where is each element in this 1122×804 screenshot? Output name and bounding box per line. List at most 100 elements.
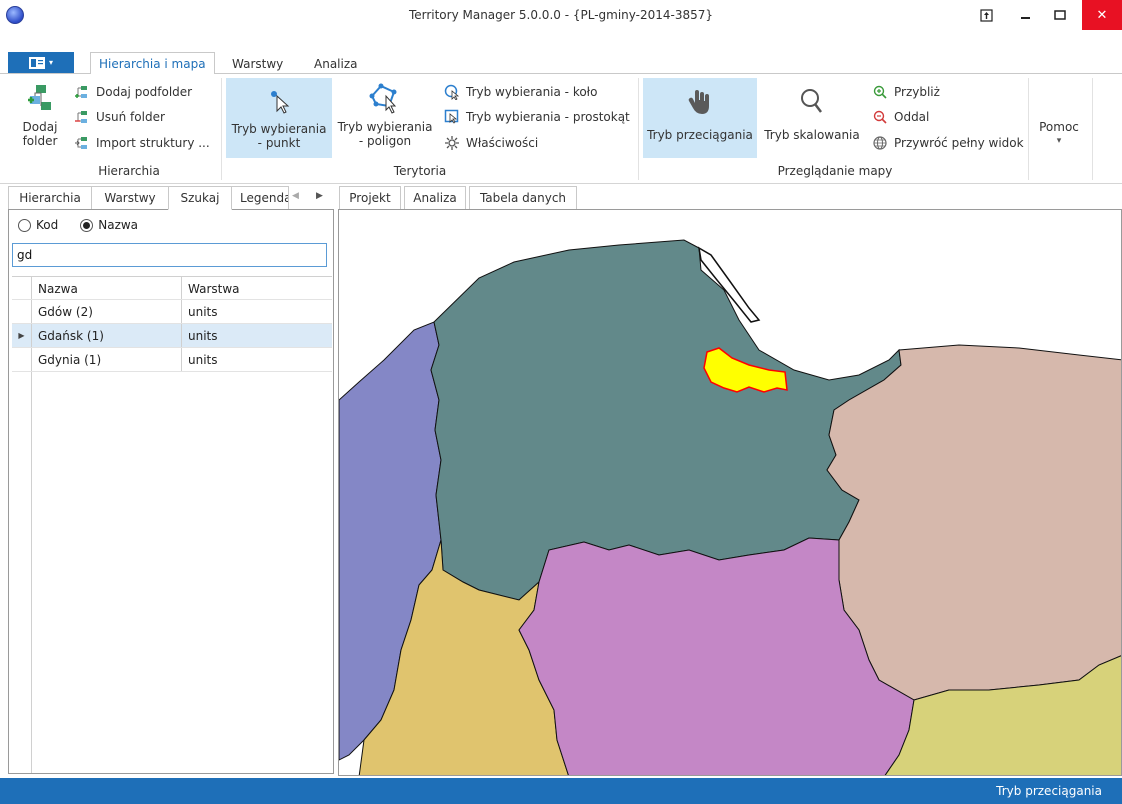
map-view[interactable] (338, 209, 1122, 776)
tab-warstwy[interactable]: Warstwy (224, 52, 291, 75)
globe-icon (873, 136, 887, 150)
region-east[interactable] (826, 344, 1122, 701)
tab-tabela-danych[interactable]: Tabela danych (469, 186, 577, 210)
radio-dot-selected (80, 218, 94, 232)
ribbon-separator (1028, 78, 1029, 180)
group-label-hierarchia: Hierarchia (98, 164, 160, 178)
close-button[interactable]: ✕ (1082, 0, 1122, 30)
add-folder-label-2: folder (22, 134, 58, 148)
app-window: Territory Manager 5.0.0.0 - {PL-gminy-20… (0, 0, 1122, 804)
remove-folder-label: Usuń folder (96, 110, 165, 124)
zoom-in-button[interactable]: Przybliż (872, 82, 940, 102)
gear-icon (445, 136, 459, 150)
tab-szukaj[interactable]: Szukaj (168, 186, 232, 210)
ribbon-separator (1092, 78, 1093, 180)
tab-analiza[interactable]: Analiza (306, 52, 366, 75)
select-point-label-2: - punkt (257, 136, 301, 150)
select-circle-label: Tryb wybierania - koło (466, 85, 598, 99)
chevron-right-icon[interactable]: ▶ (316, 191, 323, 201)
cursor-point-icon (271, 91, 290, 114)
select-polygon-label-1: Tryb wybierania (337, 120, 433, 134)
radio-code-label: Kod (36, 218, 59, 232)
cell-layer: units (188, 305, 218, 319)
add-subfolder-button[interactable]: Dodaj podfolder (74, 82, 192, 102)
properties-button[interactable]: Właściwości (444, 133, 538, 153)
properties-label: Właściwości (466, 136, 539, 150)
full-view-button[interactable]: Przywróć pełny widok (872, 133, 1024, 153)
chevron-down-icon: ▾ (48, 58, 53, 67)
select-rectangle-label: Tryb wybierania - prostokąt (466, 110, 630, 124)
ribbon-separator (221, 78, 222, 180)
grid-header-indicator (12, 277, 32, 299)
chevron-left-icon[interactable]: ◀ (292, 191, 299, 201)
cell-layer: units (188, 329, 218, 343)
tab-hierarchia[interactable]: Hierarchia (8, 186, 92, 210)
ribbon-separator (638, 78, 639, 180)
table-row[interactable]: Gdynia (1) units (12, 348, 332, 372)
zoom-in-label: Przybliż (894, 85, 940, 99)
remove-folder-button[interactable]: Usuń folder (74, 107, 165, 127)
help-label: Pomoc (1039, 120, 1079, 134)
cell-name: Gdów (2) (32, 300, 182, 323)
group-label-przegladanie: Przeglądanie mapy (777, 164, 893, 178)
status-text: Tryb przeciągania (996, 784, 1102, 798)
add-subfolder-label: Dodaj podfolder (96, 85, 193, 99)
full-view-label: Przywróć pełny widok (894, 136, 1024, 150)
add-folder-label-1: Dodaj (22, 120, 58, 134)
select-circle-mode-button[interactable]: Tryb wybierania - koło (444, 82, 597, 102)
cell-name: Gdynia (1) (32, 348, 182, 371)
remove-folder-icon (75, 111, 87, 123)
cell-layer: units (188, 353, 218, 367)
table-row[interactable]: ▶ Gdańsk (1) units (12, 324, 332, 348)
application-menu-icon (28, 56, 45, 69)
import-structure-label: Import struktury ... (96, 136, 210, 150)
search-mode-radio-group: Kod Nazwa (18, 218, 138, 232)
drag-mode-button[interactable]: Tryb przeciągania (643, 78, 757, 158)
tab-projekt[interactable]: Projekt (339, 186, 401, 210)
title-bar: Territory Manager 5.0.0.0 - {PL-gminy-20… (0, 0, 1122, 30)
hand-pan-icon (688, 90, 709, 114)
results-grid: Nazwa Warstwa Gdów (2) units ▶ Gdańsk (1… (12, 276, 332, 372)
zoom-out-icon (873, 110, 887, 124)
import-structure-button[interactable]: Import struktury ... (74, 133, 210, 153)
scale-mode-button[interactable]: Tryb skalowania (761, 78, 863, 158)
radio-dot (18, 218, 31, 232)
column-header-warstwa[interactable]: Warstwa (182, 277, 332, 299)
add-folder-button[interactable]: Dodaj folder (14, 80, 66, 160)
radio-code[interactable]: Kod (18, 218, 58, 232)
column-header-nazwa[interactable]: Nazwa (32, 277, 182, 299)
tab-analiza-map[interactable]: Analiza (404, 186, 466, 210)
zoom-out-button[interactable]: Oddal (872, 107, 929, 127)
radio-name[interactable]: Nazwa (80, 218, 138, 232)
search-input[interactable] (12, 243, 327, 267)
add-folder-icon (28, 85, 51, 110)
magnifier-icon (801, 89, 822, 113)
add-subfolder-icon (75, 86, 87, 98)
window-title: Territory Manager 5.0.0.0 - {PL-gminy-20… (408, 8, 714, 22)
grid-header: Nazwa Warstwa (12, 276, 332, 300)
table-row[interactable]: Gdów (2) units (12, 300, 332, 324)
cell-name: Gdańsk (1) (32, 324, 182, 347)
radio-name-label: Nazwa (98, 218, 139, 232)
row-indicator (12, 300, 32, 323)
pin-icon[interactable] (969, 0, 1003, 30)
group-label-terytoria: Terytoria (393, 164, 447, 178)
help-button[interactable]: Pomoc ▾ (1034, 120, 1084, 160)
tab-warstwy[interactable]: Warstwy (91, 186, 169, 210)
polygon-select-icon (369, 83, 397, 114)
tab-legenda[interactable]: Legenda (231, 186, 289, 210)
chevron-down-icon: ▾ (1056, 136, 1062, 146)
minimize-button[interactable] (1009, 0, 1043, 30)
scale-mode-label: Tryb skalowania (764, 128, 860, 142)
drag-mode-label: Tryb przeciągania (647, 128, 753, 142)
zoom-in-icon (873, 85, 887, 99)
select-polygon-mode-button[interactable]: Tryb wybierania - poligon (334, 78, 436, 158)
row-indicator-icon: ▶ (12, 324, 32, 347)
select-rectangle-mode-button[interactable]: Tryb wybierania - prostokąt (444, 107, 630, 127)
status-bar: Tryb przeciągania (0, 778, 1122, 804)
tab-hierarchia-i-mapa[interactable]: Hierarchia i mapa (90, 52, 215, 75)
circle-select-icon (444, 84, 460, 100)
select-point-mode-button[interactable]: Tryb wybierania - punkt (226, 78, 332, 158)
file-menu-button[interactable]: ▾ (8, 52, 74, 73)
maximize-button[interactable] (1043, 0, 1077, 30)
